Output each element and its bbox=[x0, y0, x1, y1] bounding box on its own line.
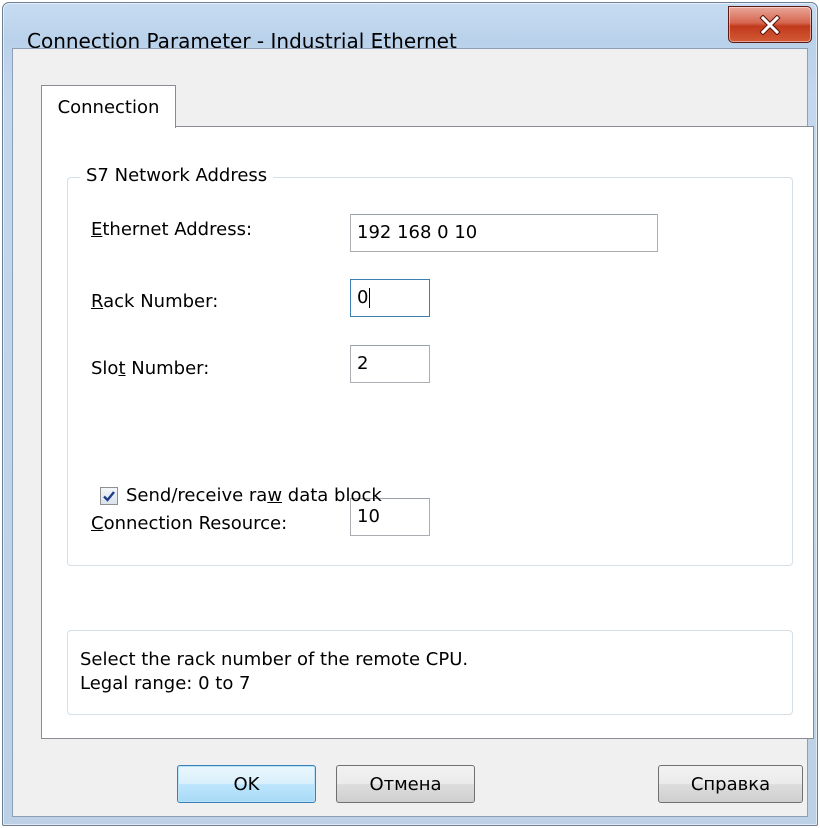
raw-data-block-label: Send/receive raw data block bbox=[126, 485, 382, 506]
ethernet-address-field[interactable]: 192 168 0 10 bbox=[350, 214, 658, 252]
raw-data-block-option[interactable]: Send/receive raw data block bbox=[100, 485, 382, 506]
help-button-label: Справка bbox=[690, 773, 771, 795]
connection-resource-label: Connection Resource: bbox=[91, 513, 288, 534]
dialog-client-area: Connection S7 Network Address Ethernet A… bbox=[12, 48, 814, 817]
cancel-button-label: Отмена bbox=[369, 773, 442, 795]
close-x-icon bbox=[759, 14, 781, 35]
slot-number-value: 2 bbox=[357, 353, 369, 374]
help-text-line-2: Legal range: 0 to 7 bbox=[80, 673, 251, 694]
raw-data-block-checkbox[interactable] bbox=[100, 486, 118, 505]
close-button[interactable] bbox=[728, 6, 812, 43]
ok-button-label: OK bbox=[233, 773, 260, 795]
ethernet-address-label: Ethernet Address: bbox=[91, 219, 253, 240]
rack-number-label: Rack Number: bbox=[91, 291, 219, 312]
tab-connection[interactable]: Connection bbox=[41, 85, 176, 128]
help-button[interactable]: Справка bbox=[658, 765, 803, 803]
checkmark-icon bbox=[103, 490, 115, 502]
slot-number-field[interactable]: 2 bbox=[350, 345, 430, 383]
connection-resource-value: 10 bbox=[357, 506, 380, 527]
group-legend: S7 Network Address bbox=[80, 165, 274, 186]
help-text-line-1: Select the rack number of the remote CPU… bbox=[80, 649, 469, 670]
text-caret bbox=[369, 288, 371, 308]
s7-network-address-group: S7 Network Address Ethernet Address: 192… bbox=[67, 165, 793, 566]
help-text-box: Select the rack number of the remote CPU… bbox=[67, 630, 793, 715]
ethernet-address-value: 192 168 0 10 bbox=[357, 222, 478, 243]
tab-connection-label: Connection bbox=[57, 96, 160, 118]
tab-panel-connection: S7 Network Address Ethernet Address: 192… bbox=[41, 126, 814, 739]
ok-button[interactable]: OK bbox=[177, 765, 316, 803]
rack-number-value: 0 bbox=[357, 287, 369, 308]
cancel-button[interactable]: Отмена bbox=[336, 765, 475, 803]
dialog-window: Connection Parameter - Industrial Ethern… bbox=[2, 2, 818, 826]
rack-number-field[interactable]: 0 bbox=[350, 279, 430, 317]
slot-number-label: Slot Number: bbox=[91, 358, 210, 379]
